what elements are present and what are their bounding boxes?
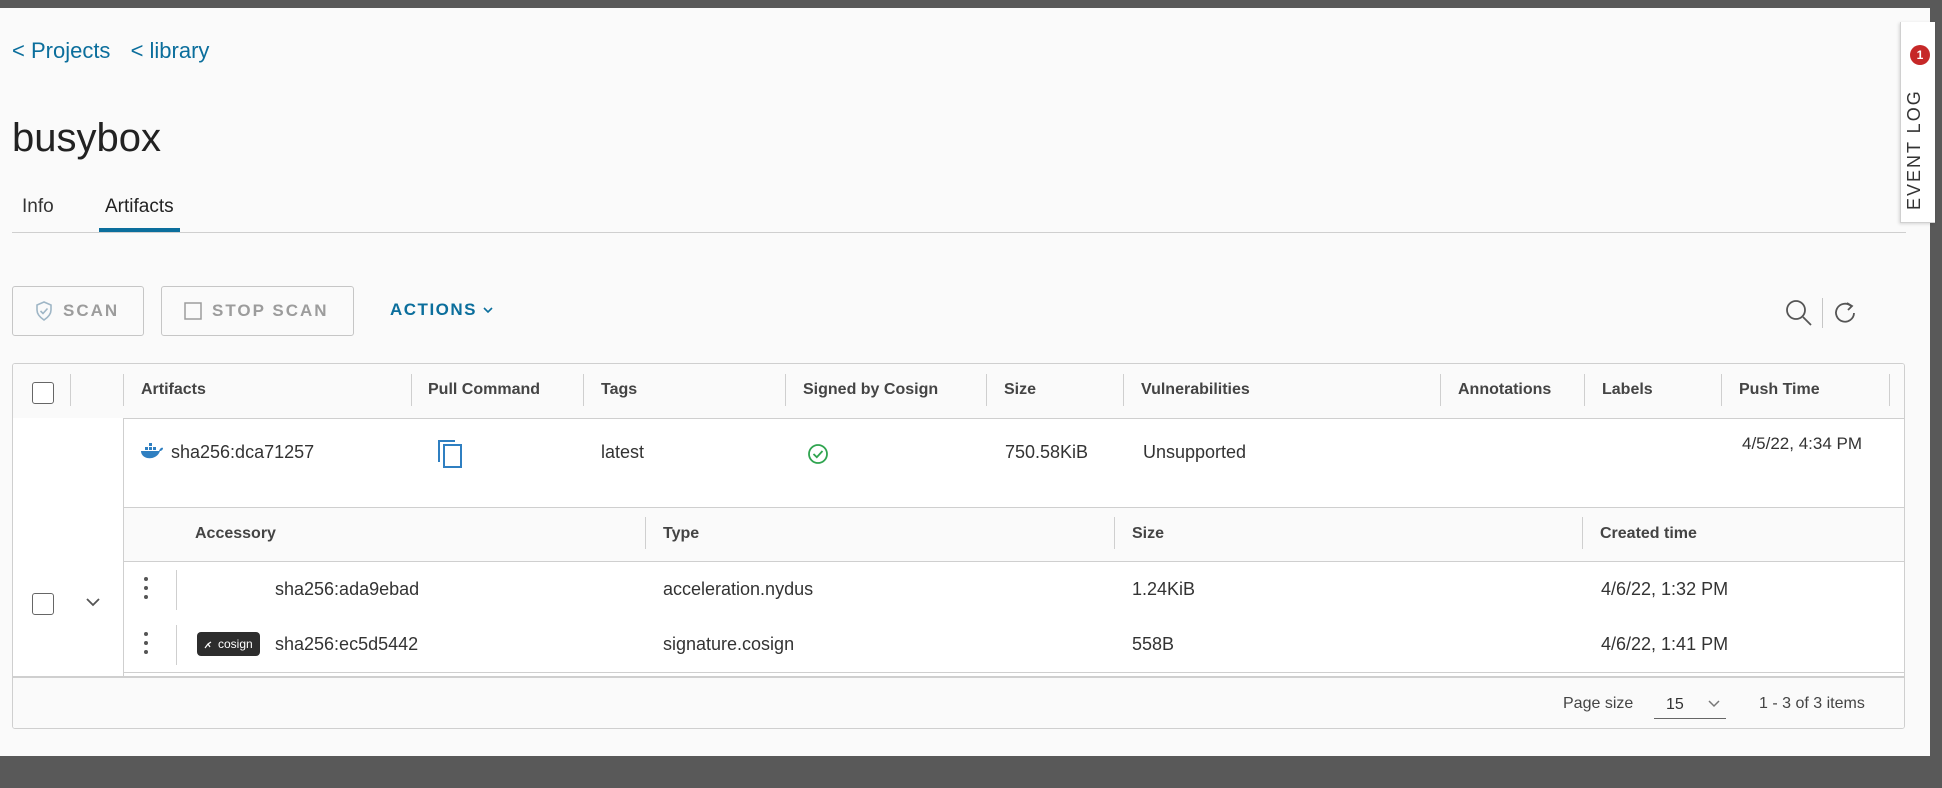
column-divider xyxy=(1889,374,1890,406)
column-header-artifacts[interactable]: Artifacts xyxy=(141,381,206,399)
breadcrumb-projects-link[interactable]: < Projects xyxy=(12,38,110,63)
column-divider xyxy=(1721,374,1722,406)
breadcrumb-library-link[interactable]: < library xyxy=(131,38,210,63)
accessory-created-time: 4/6/22, 1:41 PM xyxy=(1601,634,1729,654)
scan-button-label: SCAN xyxy=(63,301,120,320)
column-header-labels[interactable]: Labels xyxy=(1602,381,1653,399)
select-all-checkbox[interactable] xyxy=(32,382,54,404)
column-header-tags[interactable]: Tags xyxy=(601,381,637,399)
column-divider xyxy=(70,374,71,406)
artifact-digest-link[interactable]: sha256:dca71257 xyxy=(171,442,314,463)
stop-scan-button[interactable]: STOP SCAN xyxy=(161,286,354,336)
tab-info[interactable]: Info xyxy=(18,190,58,224)
chevron-down-icon xyxy=(1708,700,1720,708)
table-tools xyxy=(1784,298,1859,328)
artifact-tag: latest xyxy=(601,442,645,462)
copy-icon[interactable] xyxy=(436,438,464,470)
column-header-pull-command[interactable]: Pull Command xyxy=(428,381,540,399)
column-header-vulnerabilities[interactable]: Vulnerabilities xyxy=(1141,381,1250,399)
column-divider xyxy=(411,374,412,406)
tab-artifacts[interactable]: Artifacts xyxy=(99,190,180,232)
scan-button[interactable]: SCAN xyxy=(12,286,144,336)
stop-scan-button-label: STOP SCAN xyxy=(212,301,329,320)
accessory-row: cosign sha256:ec5d5442 signature.cosign … xyxy=(124,617,1904,673)
accessory-type: signature.cosign xyxy=(663,634,795,654)
tab-bar: Info Artifacts xyxy=(12,190,1906,233)
page-size-select[interactable]: 15 xyxy=(1654,692,1726,719)
table-header: Artifacts Pull Command Tags Signed by Co… xyxy=(13,364,1904,419)
column-divider xyxy=(1114,517,1115,549)
search-icon[interactable] xyxy=(1784,298,1814,328)
chevron-down-icon[interactable] xyxy=(85,596,101,608)
breadcrumb: < Projects < library xyxy=(12,38,223,64)
column-header-accessory-size: Size xyxy=(1132,525,1165,542)
accessory-row: sha256:ada9ebad acceleration.nydus 1.24K… xyxy=(124,562,1904,618)
accessory-size: 558B xyxy=(1132,634,1175,654)
stop-square-icon xyxy=(184,302,202,320)
column-divider xyxy=(176,570,177,610)
tools-divider xyxy=(1822,298,1823,328)
kebab-menu-icon[interactable] xyxy=(144,577,148,604)
column-header-push-time[interactable]: Push Time xyxy=(1739,381,1820,399)
artifact-size: 750.58KiB xyxy=(1005,442,1089,462)
refresh-icon[interactable] xyxy=(1831,299,1859,327)
chevron-down-icon xyxy=(483,307,493,314)
artifact-push-time: 4/5/22, 4:34 PM xyxy=(1742,434,1863,453)
row-controls xyxy=(13,418,124,676)
event-log-label: EVENT LOG xyxy=(1904,89,1924,210)
column-header-signed-by-cosign[interactable]: Signed by Cosign xyxy=(803,381,938,399)
column-divider xyxy=(1123,374,1124,406)
artifacts-table: Artifacts Pull Command Tags Signed by Co… xyxy=(12,363,1905,729)
column-divider xyxy=(1440,374,1441,406)
column-header-annotations[interactable]: Annotations xyxy=(1458,381,1551,399)
column-header-size[interactable]: Size xyxy=(1004,381,1036,399)
column-divider xyxy=(1582,517,1583,549)
column-divider xyxy=(176,625,177,665)
accessory-table: Accessory Type Size Created time sha256:… xyxy=(124,507,1904,676)
column-divider xyxy=(583,374,584,406)
check-circle-icon xyxy=(808,444,828,464)
item-count: 1 - 3 of 3 items xyxy=(1759,695,1865,712)
shield-icon xyxy=(36,301,52,321)
cosign-logo-icon xyxy=(204,641,212,649)
row-checkbox[interactable] xyxy=(32,593,54,615)
accessory-created-time: 4/6/22, 1:32 PM xyxy=(1601,579,1729,599)
column-header-type: Type xyxy=(663,525,700,542)
column-divider xyxy=(645,517,646,549)
event-log-badge: 1 xyxy=(1910,45,1930,65)
cosign-badge: cosign xyxy=(197,632,260,656)
column-divider xyxy=(986,374,987,406)
page: < Projects < library busybox Info Artifa… xyxy=(0,8,1935,756)
accessory-size: 1.24KiB xyxy=(1132,579,1196,599)
table-footer: Page size 15 1 - 3 of 3 items xyxy=(13,676,1904,728)
cosign-badge-label: cosign xyxy=(218,637,253,651)
actions-dropdown[interactable]: ACTIONS xyxy=(390,300,493,320)
artifact-vulnerabilities: Unsupported xyxy=(1143,442,1247,462)
column-header-accessory: Accessory xyxy=(195,525,276,542)
column-divider xyxy=(785,374,786,406)
accessory-table-header: Accessory Type Size Created time xyxy=(124,508,1904,562)
page-title: busybox xyxy=(12,116,161,160)
column-divider xyxy=(1584,374,1585,406)
docker-whale-icon xyxy=(141,443,163,459)
column-divider xyxy=(123,374,124,406)
column-header-created-time: Created time xyxy=(1600,525,1697,542)
accessory-digest-link[interactable]: sha256:ada9ebad xyxy=(275,579,419,600)
accessory-type: acceleration.nydus xyxy=(663,579,814,599)
accessory-digest-link[interactable]: sha256:ec5d5442 xyxy=(275,634,418,655)
actions-label: ACTIONS xyxy=(390,300,477,319)
page-size-label: Page size xyxy=(1563,695,1634,712)
kebab-menu-icon[interactable] xyxy=(144,632,148,659)
page-size-value: 15 xyxy=(1666,696,1684,713)
